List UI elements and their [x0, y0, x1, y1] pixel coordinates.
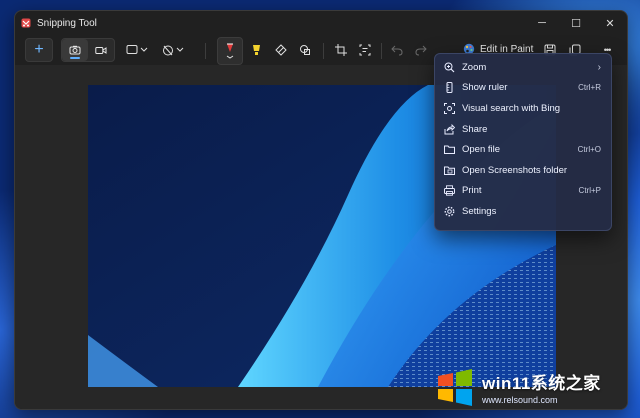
menu-item-open-screenshots-folder[interactable]: Open Screenshots folder: [435, 160, 611, 181]
ruler-icon: [443, 82, 455, 94]
toolbar-divider: [323, 43, 324, 59]
snip-delay-dropdown[interactable]: [161, 42, 187, 58]
toolbar-divider: [205, 43, 206, 59]
menu-item-shortcut: Ctrl+P: [578, 186, 601, 196]
crop-button[interactable]: [333, 42, 349, 58]
zoom-icon: [443, 61, 455, 73]
video-mode-button[interactable]: [88, 39, 114, 61]
new-snip-button[interactable]: +: [25, 38, 53, 62]
maximize-button[interactable]: ☐: [559, 11, 593, 35]
screenshot-mode-button[interactable]: [62, 39, 88, 61]
eraser-button[interactable]: [273, 42, 289, 58]
menu-item-label: Settings: [462, 205, 497, 217]
screenshots-folder-icon: [443, 164, 455, 176]
menu-item-visual-search[interactable]: Visual search with Bing: [435, 98, 611, 119]
toolbar-divider: [381, 43, 382, 59]
red-pen-icon: [226, 43, 234, 59]
menu-item-shortcut: Ctrl+O: [577, 145, 601, 155]
rectangle-snip-icon: [126, 45, 148, 54]
share-icon: [443, 123, 455, 135]
shapes-icon: [300, 45, 310, 55]
menu-item-open-file[interactable]: Open file Ctrl+O: [435, 139, 611, 160]
menu-item-print[interactable]: Print Ctrl+P: [435, 181, 611, 202]
eraser-icon: [275, 44, 287, 56]
close-button[interactable]: ✕: [593, 11, 627, 35]
highlighter-button[interactable]: [249, 42, 265, 58]
snipping-tool-app-icon: [21, 18, 31, 28]
more-options-menu: Zoom › Show ruler Ctrl+R Visual search w…: [434, 53, 612, 231]
menu-item-show-ruler[interactable]: Show ruler Ctrl+R: [435, 78, 611, 99]
menu-item-label: Print: [462, 185, 482, 197]
snip-shape-dropdown[interactable]: [125, 42, 151, 58]
shapes-button[interactable]: [297, 42, 313, 58]
ballpoint-pen-button[interactable]: [217, 37, 243, 65]
redo-icon: [415, 45, 427, 56]
minimize-button[interactable]: ─: [525, 11, 559, 35]
video-camera-icon: [95, 46, 107, 54]
folder-icon: [443, 144, 455, 156]
gear-icon: [443, 205, 455, 217]
watermark-url: www.relsound.com: [482, 395, 558, 405]
window-title: Snipping Tool: [37, 17, 97, 29]
menu-item-shortcut: Ctrl+R: [578, 83, 601, 93]
redo-button[interactable]: [413, 42, 429, 58]
menu-item-label: Show ruler: [462, 82, 508, 94]
highlighter-icon: [253, 45, 260, 55]
visual-search-icon: [443, 102, 455, 114]
printer-icon: [443, 185, 455, 197]
capture-mode-toggle: [61, 38, 115, 62]
menu-item-zoom[interactable]: Zoom ›: [435, 57, 611, 78]
watermark-title: win11系统之家: [482, 374, 601, 393]
undo-icon: [391, 45, 403, 56]
menu-item-label: Open file: [462, 144, 501, 156]
menu-item-label: Zoom: [462, 61, 487, 73]
timer-off-icon: [163, 45, 184, 56]
menu-item-share[interactable]: Share: [435, 119, 611, 140]
menu-item-settings[interactable]: Settings: [435, 201, 611, 222]
site-watermark: win11系统之家 www.relsound.com: [434, 362, 634, 412]
text-actions-button[interactable]: [357, 42, 373, 58]
window-controls: ─ ☐ ✕: [525, 11, 627, 35]
crop-icon: [335, 44, 347, 56]
submenu-chevron-icon: ›: [597, 61, 601, 73]
title-bar[interactable]: Snipping Tool ─ ☐ ✕: [15, 11, 627, 35]
menu-item-label: Share: [462, 123, 488, 135]
menu-item-label: Visual search with Bing: [462, 102, 561, 114]
camera-icon: [69, 45, 81, 55]
menu-item-label: Open Screenshots folder: [462, 164, 568, 176]
text-actions-icon: [359, 44, 371, 56]
undo-button[interactable]: [389, 42, 405, 58]
windows-logo-icon: [434, 366, 476, 408]
